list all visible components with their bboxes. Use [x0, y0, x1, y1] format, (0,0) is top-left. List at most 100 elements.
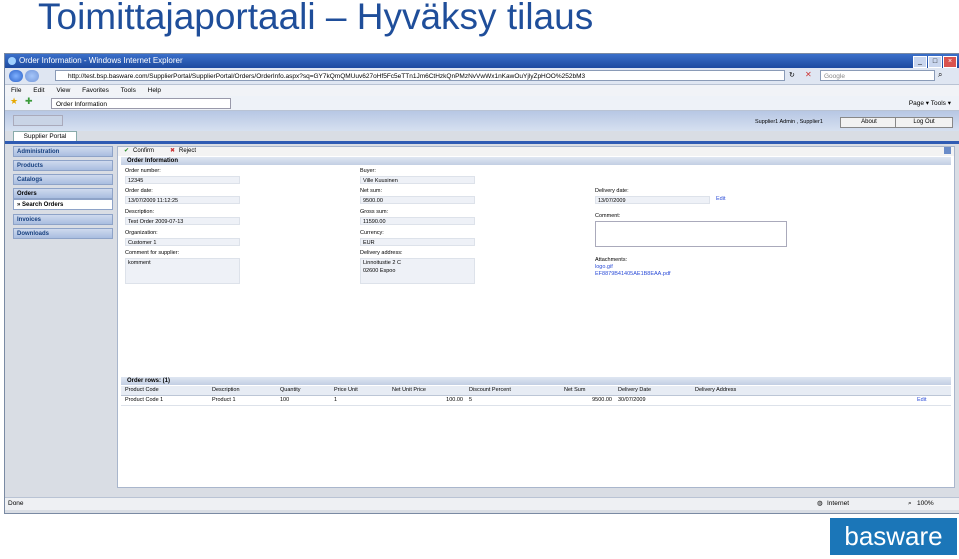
order-date-value: 13/07/2009 11:12:25 — [125, 196, 240, 204]
col-product-code: Product Code — [125, 387, 159, 393]
currency-value: EUR — [360, 238, 475, 246]
col-net-unit-price: Net Unit Price — [392, 387, 426, 393]
rows-column-header: Product Code Description Quantity Price … — [121, 386, 951, 396]
col-delivery-address: Delivery Address — [695, 387, 737, 393]
comment-label: Comment: — [595, 213, 621, 219]
attachments-label: Attachments: — [595, 257, 628, 263]
zone-label: Internet — [827, 500, 850, 507]
basware-logo: basware — [830, 518, 957, 555]
cell-delivery-date: 30/07/2009 — [618, 397, 646, 403]
net-sum-value: 9500.00 — [360, 196, 475, 204]
attachment-link-1[interactable]: logo.gif — [595, 264, 613, 270]
sidebar-item-orders[interactable]: Orders — [13, 188, 113, 199]
search-input[interactable]: Google — [820, 70, 935, 81]
window-title: Order Information - Windows Internet Exp… — [19, 56, 183, 65]
confirm-button[interactable]: Confirm — [133, 147, 154, 156]
search-icon[interactable]: ⌕ — [938, 70, 942, 80]
sidebar-item-invoices[interactable]: Invoices — [13, 214, 113, 225]
menu-view[interactable]: View — [56, 87, 70, 94]
col-net-sum: Net Sum — [564, 387, 586, 393]
confirm-icon: ✔ — [124, 148, 130, 154]
menu-help[interactable]: Help — [148, 87, 161, 94]
action-toolbar: ✔ Confirm ✖ Reject — [118, 147, 954, 156]
buyer-label: Buyer: — [360, 168, 376, 174]
gross-sum-label: Gross sum: — [360, 209, 389, 215]
window-icon[interactable] — [944, 147, 951, 154]
edit-row-link[interactable]: Edit — [915, 396, 945, 405]
gross-sum-value: 11590.00 — [360, 217, 475, 225]
delivery-address-line-1: Linnoitustie 2 C — [363, 260, 401, 266]
sidebar-item-products[interactable]: Products — [13, 160, 113, 171]
user-info: Supplier1 Admin , Supplier1 — [755, 119, 823, 125]
menu-edit[interactable]: Edit — [33, 87, 44, 94]
app-logo — [13, 115, 63, 126]
delivery-address-line-2: 02600 Espoo — [363, 268, 396, 274]
ie-icon — [8, 57, 16, 65]
slide-title: Toimittajaportaali – Hyväksy tilaus — [38, 0, 594, 37]
window-controls: _ □ × — [913, 56, 957, 68]
menu-tools[interactable]: Tools — [121, 87, 136, 94]
maximize-button[interactable]: □ — [928, 56, 942, 68]
back-icon[interactable] — [9, 70, 23, 82]
col-delivery-date: Delivery Date — [618, 387, 652, 393]
col-discount-percent: Discount Percent — [469, 387, 511, 393]
description-label: Description: — [125, 209, 155, 215]
organization-value: Customer 1 — [125, 238, 240, 246]
sidebar-item-catalogs[interactable]: Catalogs — [13, 174, 113, 185]
status-bar: Done ◍ Internet ⌕ 100% — [5, 497, 959, 510]
menu-favorites[interactable]: Favorites — [82, 87, 109, 94]
order-rows-header: Order rows: (1) — [121, 377, 951, 385]
cell-net-unit-price: 100.00 — [446, 397, 463, 403]
sidebar-item-administration[interactable]: Administration — [13, 146, 113, 157]
table-row: Product Code 1 Product 1 100 1 100.00 5 … — [121, 396, 951, 406]
comment-supplier-label: Comment for supplier: — [125, 250, 180, 256]
order-info-header: Order Information — [121, 157, 951, 165]
cell-description: Product 1 — [212, 397, 236, 403]
order-number-value: 12345 — [125, 176, 240, 184]
currency-label: Currency: — [360, 230, 384, 236]
app-header: Supplier1 Admin , Supplier1 About Log Ou… — [5, 111, 959, 131]
forward-icon[interactable] — [25, 70, 39, 82]
sidebar-item-downloads[interactable]: Downloads — [13, 228, 113, 239]
add-favorites-icon[interactable]: ✚ — [25, 96, 33, 107]
menu-file[interactable]: File — [11, 87, 21, 94]
delivery-address-value: Linnoitustie 2 C 02600 Espoo — [360, 258, 475, 284]
address-bar: http://test.bsp.basware.com/SupplierPort… — [5, 68, 959, 85]
favorites-bar: ★ ✚ Order Information Page ▾ Tools ▾ — [5, 96, 959, 111]
refresh-icon[interactable]: ↻ — [789, 71, 795, 79]
url-field[interactable]: http://test.bsp.basware.com/SupplierPort… — [55, 70, 785, 81]
about-button[interactable]: About — [840, 117, 898, 128]
comment-supplier-value: komment — [125, 258, 240, 284]
attachment-link-2[interactable]: EF8879B41405AE1B8EAA.pdf — [595, 271, 671, 277]
logout-button[interactable]: Log Out — [895, 117, 953, 128]
col-price-unit: Price Unit — [334, 387, 358, 393]
status-text: Done — [8, 500, 24, 507]
order-date-label: Order date: — [125, 188, 153, 194]
reject-button[interactable]: Reject — [179, 147, 196, 156]
cell-discount-percent: 5 — [469, 397, 473, 403]
cell-price-unit: 1 — [334, 397, 338, 403]
globe-icon: ◍ — [817, 500, 823, 507]
favorites-star-icon[interactable]: ★ — [10, 96, 18, 107]
minimize-button[interactable]: _ — [913, 56, 927, 68]
cell-quantity: 100 — [280, 397, 290, 403]
order-number-label: Order number: — [125, 168, 161, 174]
edit-delivery-date-link[interactable]: Edit — [716, 196, 725, 202]
browser-window: Order Information - Windows Internet Exp… — [4, 53, 959, 514]
command-bar[interactable]: Page ▾ Tools ▾ — [909, 98, 951, 109]
col-description: Description — [212, 387, 240, 393]
comment-textarea[interactable] — [595, 221, 787, 247]
col-quantity: Quantity — [280, 387, 301, 393]
delivery-date-value: 13/07/2009 — [595, 196, 710, 204]
buyer-value: Ville Kuusinen — [360, 176, 475, 184]
cell-product-code: Product Code 1 — [125, 397, 164, 403]
sidebar-item-search-orders[interactable]: » Search Orders — [13, 199, 113, 210]
zoom-icon[interactable]: ⌕ — [908, 498, 912, 510]
zoom-level[interactable]: 100% — [917, 498, 934, 510]
browser-tab[interactable]: Order Information — [51, 98, 231, 109]
stop-icon[interactable]: ✕ — [805, 70, 812, 79]
net-sum-label: Net sum: — [360, 188, 383, 194]
organization-label: Organization: — [125, 230, 158, 236]
cell-net-sum: 9500.00 — [592, 397, 612, 403]
close-button[interactable]: × — [943, 56, 957, 68]
